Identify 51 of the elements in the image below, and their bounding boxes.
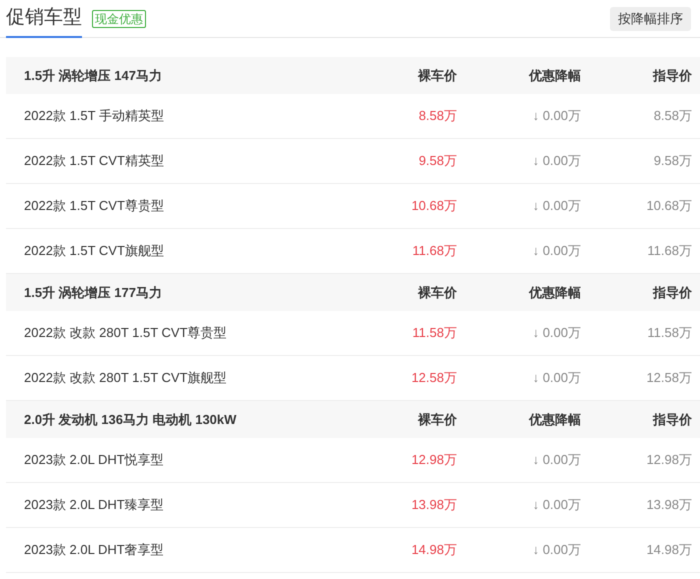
column-header: 裸车价 — [416, 410, 457, 429]
discount-cell-text: ↓ 0.00万 — [532, 496, 582, 514]
msrp-cell-text: 12.58万 — [645, 369, 693, 388]
model-name[interactable]: 2022款 改款 280T 1.5T CVT尊贵型 — [24, 323, 357, 343]
price-cell-text: 11.58万 — [411, 324, 457, 342]
engine-spec: 2.0升 发动机 136马力 电动机 130kW — [24, 410, 238, 429]
msrp-cell-text: 14.98万 — [645, 541, 693, 560]
msrp-cell-text: 11.58万 — [646, 324, 693, 342]
model-name[interactable]: 2023款 2.0L DHT悦享型 — [24, 450, 357, 470]
sort-button[interactable]: 按降幅排序 — [610, 6, 691, 30]
model-name[interactable]: 2022款 改款 280T 1.5T CVT旗舰型 — [24, 368, 357, 388]
discount-cell-text: ↓ 0.00万 — [532, 242, 582, 260]
engine-spec: 1.5升 涡轮增压 147马力 — [24, 66, 163, 85]
column-header: 裸车价 — [416, 66, 457, 85]
engine-spec: 1.5升 涡轮增压 177马力 — [24, 284, 163, 302]
column-header: 裸车价 — [416, 284, 457, 302]
model-name[interactable]: 2023款 2.0L DHT奢享型 — [24, 540, 357, 560]
price-cell-text: 8.58万 — [418, 107, 457, 126]
column-header: 指导价 — [652, 284, 693, 302]
discount-cell-text: ↓ 0.00万 — [532, 197, 582, 216]
section-title: 促销车型 — [6, 0, 82, 38]
msrp-cell-text: 9.58万 — [652, 152, 693, 170]
model-name[interactable]: 2022款 1.5T CVT尊贵型 — [24, 196, 357, 216]
msrp-cell-text: 10.68万 — [645, 197, 693, 216]
column-header: 优惠降幅 — [528, 410, 582, 429]
discount-cell-text: ↓ 0.00万 — [532, 324, 582, 342]
discount-cell-text: ↓ 0.00万 — [532, 369, 582, 388]
price-cell-text: 13.98万 — [410, 496, 457, 514]
discount-cell-text: ↓ 0.00万 — [532, 107, 582, 126]
discount-cell-text: ↓ 0.00万 — [532, 451, 582, 470]
price-cell-text: 9.58万 — [418, 152, 457, 170]
model-name[interactable]: 2022款 1.5T CVT精英型 — [24, 151, 357, 171]
msrp-cell-text: 8.58万 — [652, 107, 693, 126]
msrp-cell-text: 13.98万 — [645, 496, 693, 514]
model-name[interactable]: 2022款 1.5T 手动精英型 — [24, 106, 357, 126]
price-cell-text: 10.68万 — [410, 197, 457, 216]
column-header: 指导价 — [652, 410, 693, 429]
discount-cell-text: ↓ 0.00万 — [532, 152, 582, 170]
model-name[interactable]: 2023款 2.0L DHT臻享型 — [24, 495, 357, 515]
discount-cell-text: ↓ 0.00万 — [532, 541, 582, 560]
msrp-cell-text: 11.68万 — [646, 242, 693, 260]
price-cell-text: 11.68万 — [411, 242, 457, 260]
column-header: 优惠降幅 — [528, 284, 582, 302]
model-name[interactable]: 2022款 1.5T CVT旗舰型 — [24, 241, 357, 261]
promo-tag: 现金优惠 — [92, 10, 146, 28]
price-cell-text: 14.98万 — [410, 541, 457, 560]
price-cell-text: 12.58万 — [410, 369, 457, 388]
column-header: 优惠降幅 — [528, 66, 582, 85]
msrp-cell-text: 12.98万 — [645, 451, 693, 470]
price-cell-text: 12.98万 — [410, 451, 457, 470]
column-header: 指导价 — [652, 66, 693, 85]
